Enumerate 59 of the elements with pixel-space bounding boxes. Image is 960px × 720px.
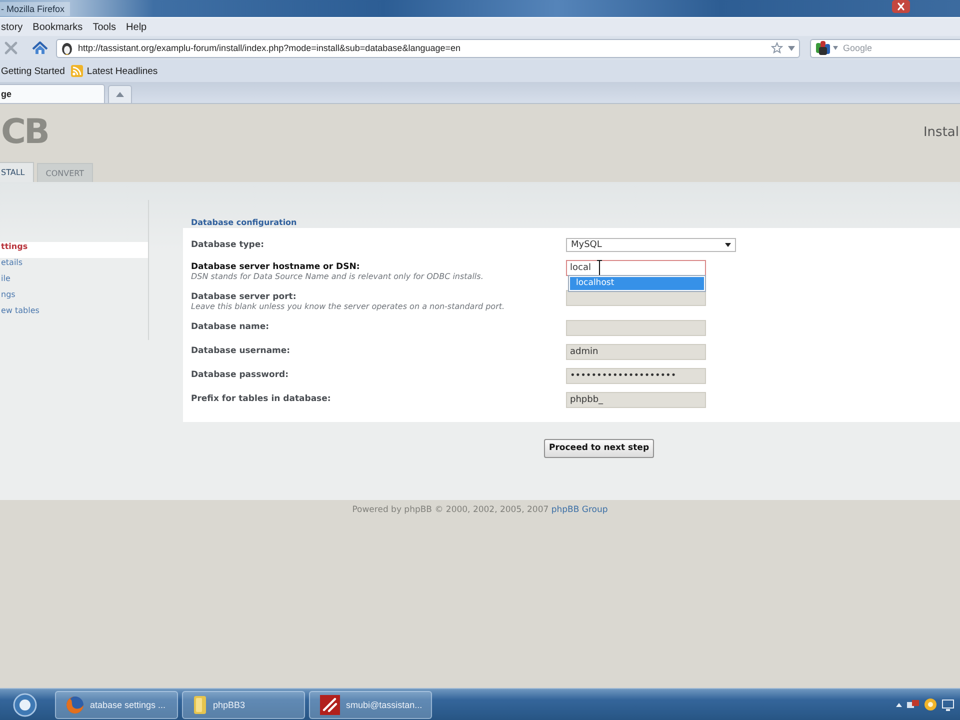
dropdown-field[interactable]: MySQL <box>566 238 736 252</box>
bookmark-item[interactable]: Latest Headlines <box>70 65 158 77</box>
menu-item[interactable]: Help <box>126 22 147 32</box>
bookmark-item[interactable]: Getting Started <box>1 66 65 76</box>
field-label: Database name: <box>191 321 270 334</box>
search-engine-icon[interactable] <box>816 41 830 55</box>
address-field[interactable]: http://tassistant.org/examplu-forum/install/index.php?mode=install&sub=database&language=en <box>73 43 771 53</box>
ring-icon[interactable] <box>924 698 937 711</box>
input-field[interactable] <box>566 320 706 336</box>
footer-text: Powered by phpBB © 2000, 2002, 2005, 2007 phpBB Group <box>351 504 609 517</box>
search-bar[interactable]: Google <box>810 38 960 58</box>
sidebar-item[interactable]: ttings <box>0 242 148 258</box>
browser-tab[interactable]: ge <box>0 84 105 103</box>
field-label: Database type: <box>191 239 266 252</box>
field-label: Prefix for tables in database: <box>191 393 332 406</box>
next-step-button[interactable]: Proceed to next step <box>544 439 654 458</box>
sidebar-item[interactable]: ile <box>0 274 148 290</box>
start-orb-icon[interactable] <box>13 692 37 716</box>
penguin-icon <box>61 41 73 55</box>
page-tab[interactable]: STALL <box>0 162 34 182</box>
page-title: Instal <box>923 125 959 140</box>
password-field[interactable]: •••••••••••••••••••• <box>566 368 706 384</box>
star-icon[interactable] <box>771 42 783 54</box>
folder-icon <box>193 694 207 714</box>
window-title: - Mozilla Firefox <box>0 2 70 16</box>
field-label: Database username: <box>191 345 292 358</box>
field-hint: Leave this blank unless you know the server operates on a non-standard port. <box>191 302 506 312</box>
sidebar-item[interactable]: etails <box>0 258 148 274</box>
search-field[interactable]: Google <box>838 43 960 53</box>
sidebar-item[interactable]: ew tables <box>0 306 148 322</box>
caret-icon[interactable] <box>788 46 795 50</box>
input-field[interactable]: local <box>566 260 706 276</box>
field-label: Database password: <box>191 369 290 382</box>
menu-item[interactable]: story <box>1 22 23 32</box>
feed-icon <box>70 65 83 77</box>
site-logo: CB <box>1 113 49 151</box>
home-icon[interactable] <box>32 41 48 55</box>
caret-icon <box>725 243 731 247</box>
address-bar[interactable]: http://tassistant.org/examplu-forum/install/index.php?mode=install&sub=database&language=en <box>56 38 800 58</box>
tab-list-button[interactable] <box>108 85 132 103</box>
caret-icon <box>116 92 124 97</box>
input-field[interactable]: phpbb_ <box>566 392 706 408</box>
menu-item[interactable]: Tools <box>92 22 116 32</box>
monitor-icon[interactable] <box>942 698 954 710</box>
field-hint: DSN stands for Data Source Name and is relevant only for ODBC installs. <box>191 272 484 282</box>
menu-item[interactable]: Bookmarks <box>32 22 83 32</box>
footer-link[interactable]: phpBB Group <box>551 505 608 515</box>
caret-icon[interactable] <box>896 702 902 706</box>
field-label: Database server port: <box>191 291 298 302</box>
text-cursor-icon <box>597 260 602 276</box>
tile-icon <box>320 694 340 714</box>
caret-icon[interactable] <box>833 46 838 50</box>
close-icon[interactable] <box>892 0 910 13</box>
field-label: Database server hostname or DSN: <box>191 261 361 272</box>
globe-icon <box>66 696 84 714</box>
section-title: Database configuration <box>190 217 298 228</box>
sidebar-item[interactable]: ngs <box>0 290 148 306</box>
squares-icon[interactable] <box>907 698 919 710</box>
input-field[interactable]: admin <box>566 344 706 360</box>
